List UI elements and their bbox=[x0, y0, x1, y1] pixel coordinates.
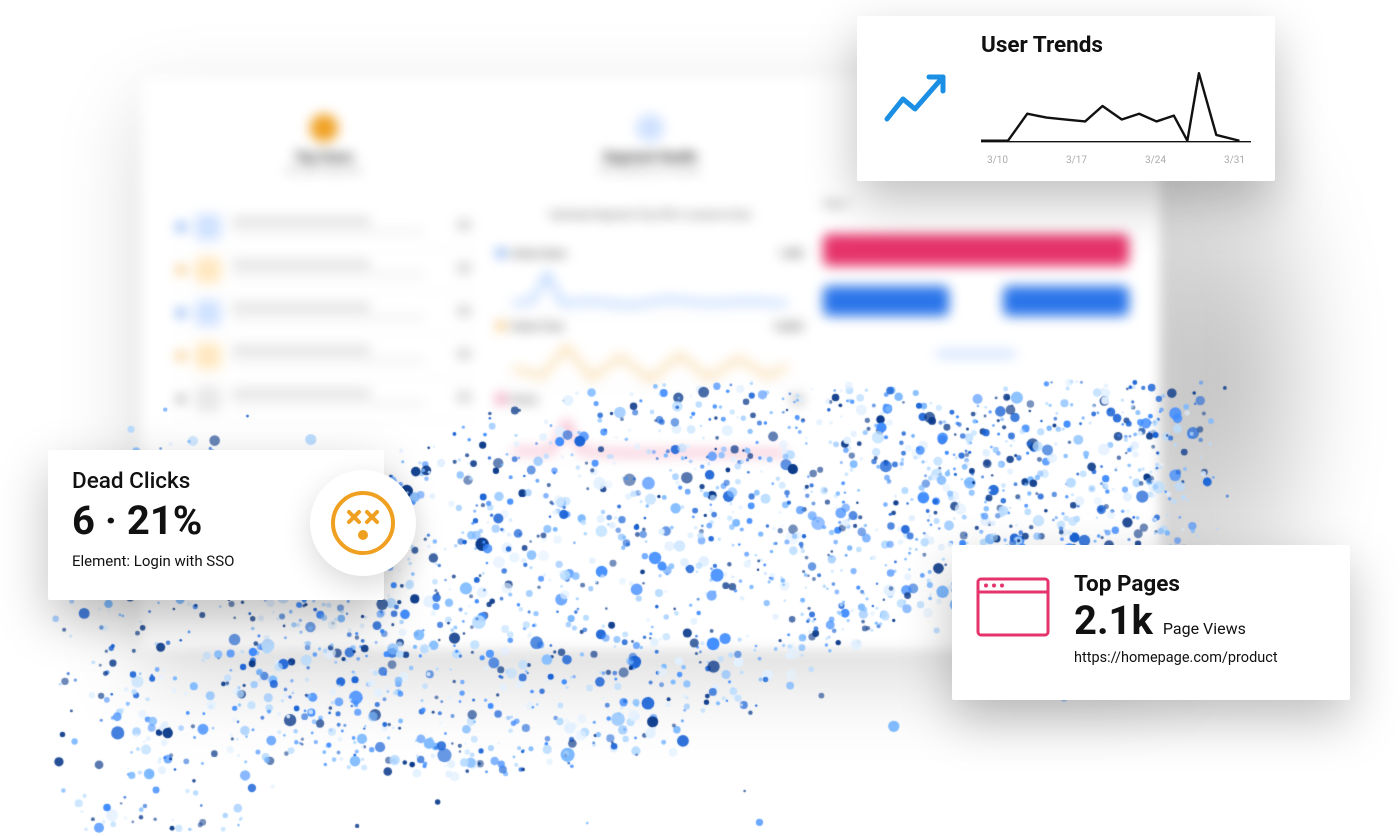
dead-face-icon bbox=[310, 470, 416, 576]
sparkline-icon bbox=[497, 410, 803, 460]
list-item[interactable] bbox=[171, 292, 477, 335]
dead-clicks-title: Dead Clicks bbox=[72, 468, 360, 494]
browser-window-icon bbox=[976, 577, 1050, 637]
dead-clicks-card: Dead Clicks 6 · 21% Element: Login with … bbox=[48, 450, 384, 600]
trend-up-arrow-icon bbox=[881, 63, 953, 135]
list-item[interactable] bbox=[171, 378, 477, 421]
list-item[interactable] bbox=[171, 249, 477, 292]
dead-clicks-element: Element: Login with SSO bbox=[72, 552, 360, 570]
list-item[interactable] bbox=[171, 206, 477, 249]
user-trends-card: User Trends 3/10 3/17 3/24 3/31 bbox=[857, 16, 1275, 181]
segment-details-link[interactable] bbox=[936, 350, 1016, 358]
metric-row: Active Time 14,603 bbox=[497, 318, 803, 391]
top-pages-card: Top Pages 2.1k Page Views https://homepa… bbox=[952, 545, 1350, 700]
dashboard-col-flow: User Flow Step 1 bbox=[823, 106, 1129, 619]
user-trends-title: User Trends bbox=[981, 32, 1251, 58]
list-item[interactable] bbox=[171, 335, 477, 378]
session-button[interactable] bbox=[823, 286, 949, 316]
metric-row: Active Users 1,450 bbox=[497, 245, 803, 318]
top-pages-value: 2.1k bbox=[1074, 599, 1153, 643]
sparkline-icon bbox=[497, 264, 803, 314]
user-trends-sparkline bbox=[981, 64, 1251, 149]
top-pages-unit: Page Views bbox=[1163, 619, 1246, 638]
sparkline-icon bbox=[497, 337, 803, 387]
user-trends-axis: 3/10 3/17 3/24 3/31 bbox=[981, 155, 1251, 166]
top-pages-url: https://homepage.com/product bbox=[1074, 649, 1326, 666]
user-flow-pill[interactable] bbox=[823, 234, 1129, 266]
metric-row: Errors 96 bbox=[497, 391, 803, 464]
top-pages-title: Top Pages bbox=[1074, 571, 1326, 597]
dashboard-col-health: Segment Health by frequency of issues In… bbox=[497, 106, 803, 619]
page-button[interactable] bbox=[1003, 286, 1129, 316]
